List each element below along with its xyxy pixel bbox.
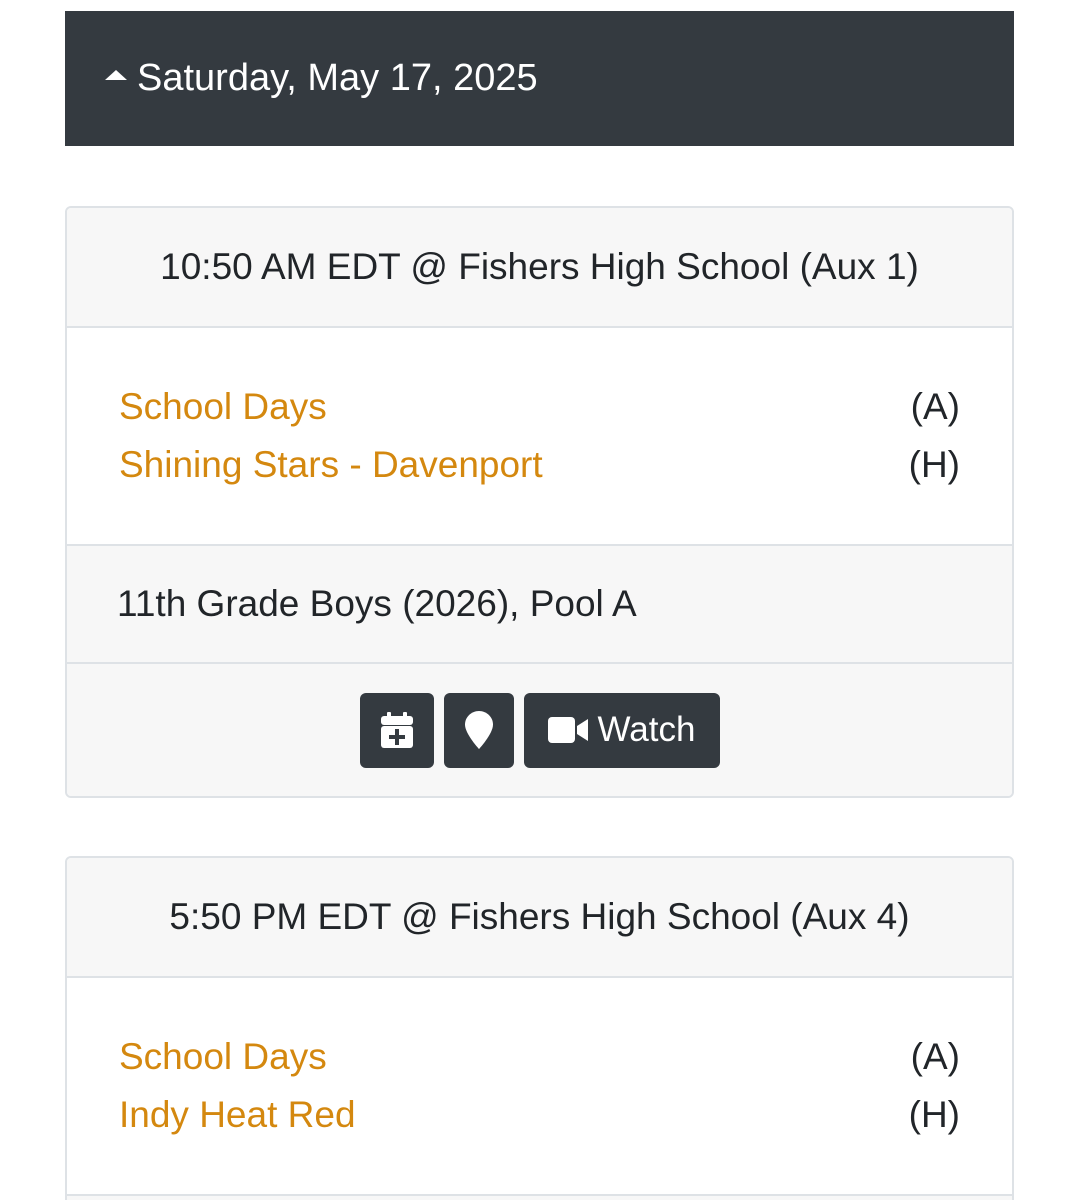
game-time-location-text: 5:50 PM EDT @ Fishers High School (Aux 4… bbox=[169, 896, 910, 937]
date-label: Saturday, May 17, 2025 bbox=[137, 57, 538, 99]
watch-button[interactable]: Watch bbox=[523, 692, 720, 768]
game-time-location: 5:50 PM EDT @ Fishers High School (Aux 4… bbox=[67, 858, 1012, 978]
team-row: School Days (A) bbox=[119, 378, 960, 436]
game-time-location: 10:50 AM EDT @ Fishers High School (Aux … bbox=[67, 208, 1012, 328]
division-row bbox=[67, 1194, 1012, 1200]
teams-list: School Days (A) Indy Heat Red (H) bbox=[67, 978, 1012, 1194]
team-link[interactable]: Indy Heat Red bbox=[119, 1094, 356, 1136]
team-row: Indy Heat Red (H) bbox=[119, 1086, 960, 1144]
division-row: 11th Grade Boys (2026), Pool A bbox=[67, 544, 1012, 664]
team-side: (A) bbox=[910, 1036, 960, 1077]
teams-list: School Days (A) Shining Stars - Davenpor… bbox=[67, 328, 1012, 544]
team-side: (A) bbox=[910, 386, 960, 427]
add-to-calendar-button[interactable] bbox=[359, 692, 434, 768]
date-header[interactable]: Saturday, May 17, 2025 bbox=[65, 11, 1014, 146]
team-side: (H) bbox=[908, 444, 960, 485]
game-card: 5:50 PM EDT @ Fishers High School (Aux 4… bbox=[65, 856, 1014, 1200]
game-time-location-text: 10:50 AM EDT @ Fishers High School (Aux … bbox=[160, 246, 919, 287]
team-side: (H) bbox=[908, 1094, 960, 1135]
watch-label: Watch bbox=[597, 710, 696, 749]
team-link[interactable]: Shining Stars - Davenport bbox=[119, 444, 543, 486]
map-marker-icon bbox=[464, 711, 493, 749]
video-camera-icon bbox=[547, 717, 588, 743]
division-label: 11th Grade Boys (2026), Pool A bbox=[117, 583, 637, 624]
game-card: 10:50 AM EDT @ Fishers High School (Aux … bbox=[65, 206, 1014, 798]
game-actions: Watch bbox=[67, 664, 1012, 796]
calendar-plus-icon bbox=[380, 712, 413, 748]
team-link[interactable]: School Days bbox=[119, 1036, 327, 1078]
map-button[interactable] bbox=[443, 692, 514, 768]
team-row: School Days (A) bbox=[119, 1028, 960, 1086]
caret-up-icon bbox=[105, 69, 127, 80]
team-link[interactable]: School Days bbox=[119, 386, 327, 428]
team-row: Shining Stars - Davenport (H) bbox=[119, 436, 960, 494]
